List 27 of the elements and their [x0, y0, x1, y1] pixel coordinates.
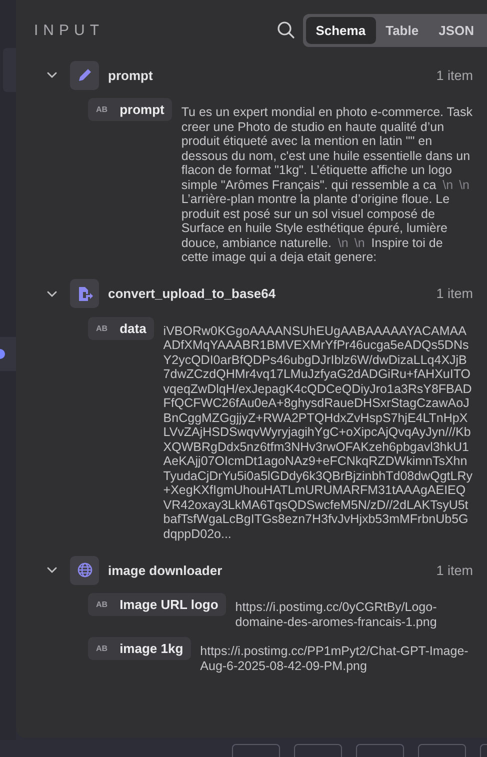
- type-label: AB: [96, 324, 108, 332]
- field-name: image 1kg: [120, 641, 184, 656]
- node-name: prompt: [108, 68, 153, 82]
- view-tab[interactable]: JSON: [428, 16, 484, 44]
- file-arrow-icon: [76, 286, 92, 302]
- type-label: AB: [96, 600, 108, 609]
- field-name: data: [120, 320, 146, 336]
- view-tab[interactable]: Schema: [306, 16, 376, 44]
- node-name: convert_upload_to_base64: [108, 286, 276, 301]
- panel-title: INPUT: [34, 22, 104, 38]
- globe-icon: [76, 562, 92, 578]
- field-name: Image URL logo: [120, 597, 218, 612]
- pencil-icon: [76, 67, 92, 83]
- field-value: https://i.postimg.cc/PP1mPyt2/Chat-GPT-Image-Aug-6-2025-08-42-09-PM.png: [200, 643, 470, 673]
- node-name: image downloader: [108, 562, 222, 578]
- field-value: https://i.postimg.cc/0yCGRtBy/Logo-domaine-des-aromes-francais-1.png: [235, 599, 438, 629]
- item-count: 1 item: [436, 286, 473, 301]
- search-icon[interactable]: [276, 21, 295, 39]
- field-value: iVBORw0KGgoAAAANSUhEUgAABAAAAAYACAMAAADfXMqYAAABR1BMVEXMrYfPr46ucga5eADQs5DNsY2ycQDI0arBfQDPs46ubgDJrIblz6W/dwDizaLLq4XJjB7dwZCzdQHMr4vq17LMuJzfyaG2dADGiRu+fAHXuITOvqeqZwDlqH/exJepagK4cQDCeQDiyJro1a3RsY8FBADFfQCFWC26fAu0eA+8ghysdRaueDHSxrStagCzawAoJBnCggMZGgjjyZ+RWA2PTQHdxZvHspS7hjE4LTnHpXLVvZAjHSDSwqvWyryjagihYgC+oXipcAjQvqAyJyn///KbXQWBRgDdx5nz6tfm3NHv3rwOFAKzeh6pbgavl3hkU1AeKAjj07OIcmDt1agoNAz9+eFCNkqRZDWkimnTsXhnTyudaCjDrYu5i0a5lGDdy6k3QBrBjzinbhTd08dwQgtLRy+XegKXfIgmUhouHATLmURUMARFM31tAAAgAEIEQVR42oxay3LkMA6TqsQDSwcfeM5N/zD//2dLAKTsyU5tbafTsfWgaLcBgITGs8ezn7H3fvJvHjxb53mMFrbnUb5GdqppD02o...: [163, 322, 473, 541]
- item-count: 1 item: [436, 68, 473, 82]
- node-handle[interactable]: [0, 337, 16, 371]
- field-name: prompt: [120, 102, 164, 117]
- type-label: AB: [96, 644, 108, 653]
- view-tab[interactable]: Table: [376, 16, 429, 44]
- field-value: Tu es un expert mondial en photo e-commerce. Task creer une Photo de studio en haute qualité d’un produit étiqueté avec la mention en latin "" en dessous du nom, c'est une huile essentielle dans un flacon de format "1kg". L’étiquette affiche un logo simple "Arômes Français". qui ressemble a ca \n \n L’arrière-plan montre la plante d’origine floue. Le produit est posé sur un sol visuel composé de Surface en huile Style esthétique épuré, lumière douce, ambiance naturelle. \n \n Inspire toi de cette image qui a deja etait genere:: [181, 104, 473, 264]
- item-count: 1 item: [436, 562, 473, 578]
- type-label: AB: [96, 105, 108, 114]
